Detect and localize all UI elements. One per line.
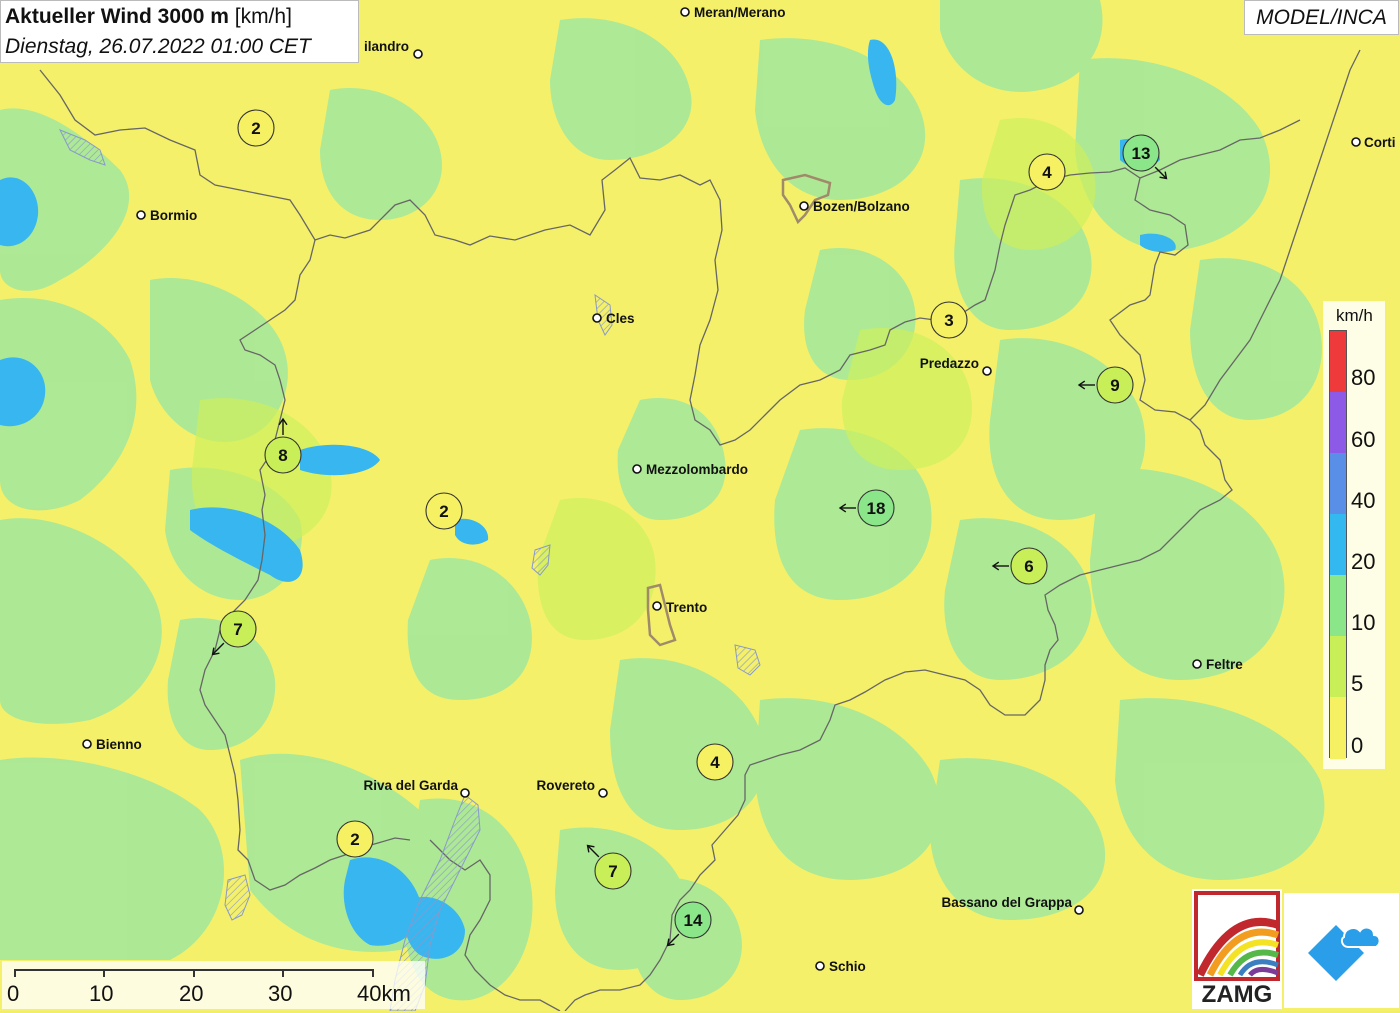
- wind-speed-value: 6: [1024, 557, 1033, 576]
- wind-speed-value: 3: [944, 311, 953, 330]
- wind-station[interactable]: 2: [237, 109, 275, 147]
- legend-seg-20-40: [1330, 514, 1346, 575]
- city-label: Meran/Merano: [694, 5, 786, 20]
- wind-station[interactable]: 4: [1028, 153, 1066, 191]
- scale-label-30: 30: [268, 981, 293, 1006]
- legend-label-80: 80: [1351, 365, 1376, 390]
- legend-label-40: 40: [1351, 488, 1376, 513]
- legend-seg-5-10: [1330, 636, 1346, 697]
- wind-speed-value: 2: [251, 119, 260, 138]
- scale-label-20: 20: [179, 981, 204, 1006]
- wind-speed-value: 8: [278, 446, 287, 465]
- zamg-logo[interactable]: ZAMG: [1192, 889, 1282, 1009]
- city-dot: [982, 366, 992, 376]
- scale-tick: [372, 969, 374, 977]
- legend-seg-40-60: [1330, 453, 1346, 514]
- wind-speed-value: 18: [867, 499, 886, 518]
- zamg-logo-text: ZAMG: [1201, 981, 1273, 1008]
- wind-speed-value: 4: [1042, 163, 1052, 182]
- city-dot: [632, 464, 642, 474]
- city-label: Bozen/Bolzano: [813, 199, 910, 214]
- city-label: ilandro: [364, 39, 409, 54]
- map-title-bold: Aktueller Wind 3000 m: [5, 5, 229, 28]
- city-label: Cles: [606, 311, 635, 326]
- city-dot: [799, 201, 809, 211]
- scale-bar: 0 10 20 30 40km: [2, 961, 425, 1009]
- legend-label-10: 10: [1351, 610, 1376, 635]
- scale-tick: [103, 969, 105, 977]
- city-label: Predazzo: [920, 356, 979, 371]
- city-label: Feltre: [1206, 657, 1243, 672]
- city-dot: [652, 601, 662, 611]
- city-dot: [460, 788, 470, 798]
- map-title: Aktueller Wind 3000 m [km/h]: [5, 5, 292, 29]
- color-legend: km/h 80 60 40 20 10 5 0: [1323, 301, 1385, 769]
- wind-station[interactable]: 2: [336, 820, 374, 858]
- scale-label-0: 0: [7, 981, 20, 1006]
- city-dot: [136, 210, 146, 220]
- title-box: Aktueller Wind 3000 m [km/h] Dienstag, 2…: [0, 0, 359, 63]
- wind-speed-value: 7: [233, 620, 242, 639]
- city-dot: [413, 49, 423, 59]
- legend-seg-80-plus: [1330, 331, 1346, 392]
- wind-station[interactable]: 3: [930, 301, 968, 339]
- legend-label-20: 20: [1351, 549, 1376, 574]
- city-dot: [1192, 659, 1202, 669]
- legend-seg-10-20: [1330, 575, 1346, 636]
- scale-tick: [193, 969, 195, 977]
- city-dot: [592, 313, 602, 323]
- wind-station[interactable]: 4: [696, 743, 734, 781]
- city-marker: Meran/Merano: [680, 5, 786, 20]
- legend-label-5: 5: [1351, 671, 1364, 696]
- wind-speed-value: 13: [1132, 144, 1151, 163]
- city-label: Corti: [1364, 135, 1396, 150]
- zamg-rainbow-icon: [1194, 891, 1280, 981]
- wind-speed-value: 14: [684, 911, 703, 930]
- wind-speed-value: 7: [608, 862, 617, 881]
- model-label: MODEL/INCA: [1244, 0, 1399, 35]
- city-label: Bormio: [150, 208, 197, 223]
- city-marker: Mezzolombardo: [632, 462, 748, 477]
- cloud-diamond-icon: [1308, 925, 1381, 981]
- scale-label-40km: 40km: [357, 981, 411, 1006]
- city-label: Mezzolombardo: [646, 462, 748, 477]
- legend-seg-60-80: [1330, 392, 1346, 453]
- city-dot: [82, 739, 92, 749]
- city-dot: [680, 7, 690, 17]
- scale-label-10: 10: [89, 981, 114, 1006]
- city-dot: [1074, 905, 1084, 915]
- legend-label-60: 60: [1351, 427, 1376, 452]
- legend-color-bar: [1329, 330, 1347, 759]
- city-label: Bassano del Grappa: [941, 895, 1072, 910]
- legend-label-0: 0: [1351, 733, 1364, 758]
- map-datetime: Dienstag, 26.07.2022 01:00 CET: [5, 35, 311, 58]
- scale-tick: [282, 969, 284, 977]
- city-label: Bienno: [96, 737, 142, 752]
- city-marker: Bozen/Bolzano: [799, 199, 910, 214]
- wind-map[interactable]: Meran/Merano ilandro Bormio Bozen/Bolzano Co…: [0, 0, 1400, 1011]
- legend-seg-0-5: [1330, 697, 1346, 759]
- city-label: Schio: [829, 959, 866, 974]
- wind-speed-value: 2: [439, 502, 448, 521]
- wind-speed-value: 4: [710, 753, 720, 772]
- city-dot: [1351, 137, 1361, 147]
- map-title-unit: [km/h]: [234, 5, 292, 28]
- geosphere-logo[interactable]: [1284, 893, 1399, 1008]
- scale-tick: [14, 969, 16, 977]
- city-label: Trento: [666, 600, 707, 615]
- city-dot: [815, 961, 825, 971]
- city-label: Rovereto: [536, 778, 595, 793]
- wind-station[interactable]: 2: [425, 492, 463, 530]
- wind-speed-value: 9: [1110, 376, 1119, 395]
- city-dot: [598, 788, 608, 798]
- legend-unit: km/h: [1336, 306, 1373, 325]
- wind-speed-value: 2: [350, 830, 359, 849]
- city-label: Riva del Garda: [363, 778, 458, 793]
